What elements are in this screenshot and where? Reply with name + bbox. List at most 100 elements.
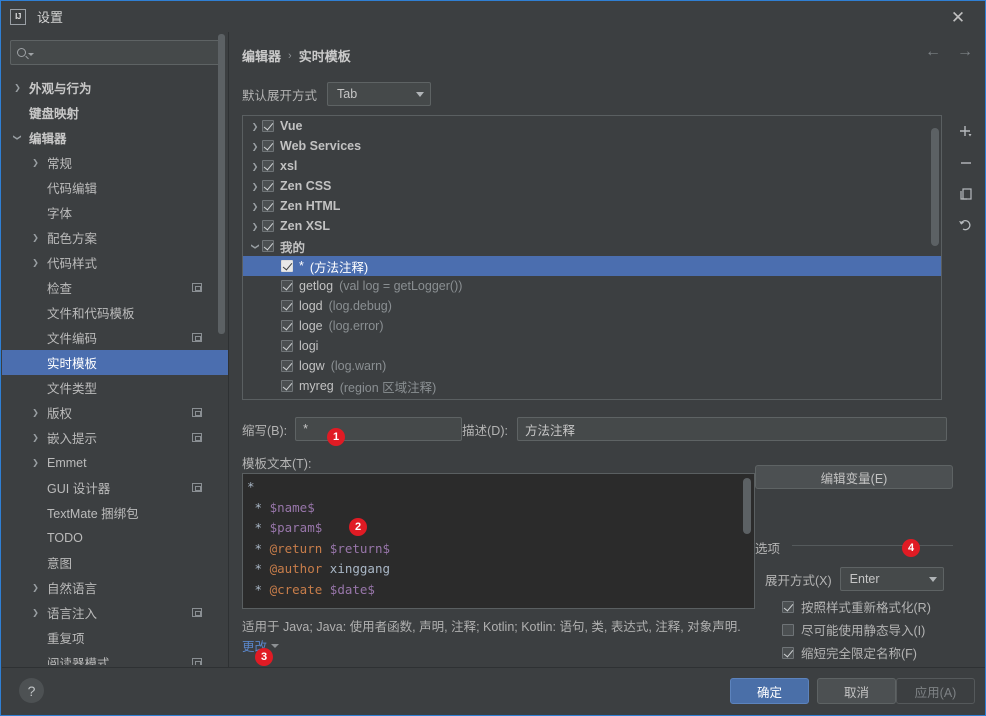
edit-variables-button[interactable]: 编辑变量(E) (755, 465, 953, 489)
abbrev-input[interactable]: * (295, 417, 463, 441)
chevron-right-icon[interactable] (248, 162, 262, 171)
breadcrumb-parent[interactable]: 编辑器 (242, 46, 281, 65)
template-list[interactable]: Vue Web Services xsl Zen CSS Zen HTML Zen XSL… (242, 115, 942, 400)
template-list-scrollbar[interactable] (931, 128, 939, 246)
chevron-right-icon[interactable] (29, 581, 42, 594)
chevron-right-icon[interactable] (29, 156, 42, 169)
template-row[interactable]: Vue (243, 116, 941, 136)
chevron-right-icon[interactable] (248, 202, 262, 211)
sidebar-item-6[interactable]: 配色方案 (2, 225, 228, 250)
chevron-right-icon[interactable] (248, 182, 262, 191)
sidebar-item-5[interactable]: 字体 (2, 200, 228, 225)
search-input[interactable] (10, 40, 220, 65)
sidebar-item-12[interactable]: 文件类型 (2, 375, 228, 400)
close-icon[interactable]: ✕ (941, 5, 975, 29)
sidebar-item-21[interactable]: 语言注入 (2, 600, 228, 625)
template-row[interactable]: getlog (val log = getLogger()) (243, 276, 941, 296)
option-checkbox[interactable] (782, 646, 794, 659)
sidebar-item-label: 阅读器模式 (47, 657, 110, 665)
option-checkbox-row[interactable]: 尽可能使用静态导入(I) (782, 620, 925, 639)
template-checkbox[interactable] (281, 360, 293, 372)
chevron-right-icon[interactable] (29, 406, 42, 419)
template-row[interactable]: Zen HTML (243, 196, 941, 216)
default-expand-select[interactable]: Tab (327, 82, 432, 106)
template-checkbox[interactable] (262, 180, 274, 192)
forward-arrow-icon[interactable]: → (957, 44, 973, 60)
sidebar-item-13[interactable]: 版权 (2, 400, 228, 425)
template-checkbox[interactable] (281, 320, 293, 332)
sidebar-scrollbar[interactable] (218, 34, 225, 334)
template-checkbox[interactable] (281, 340, 293, 352)
chevron-right-icon[interactable] (29, 456, 42, 469)
template-row[interactable]: logd (log.debug) (243, 296, 941, 316)
template-checkbox[interactable] (262, 120, 274, 132)
description-input[interactable]: 方法注释 (516, 417, 947, 441)
add-template-icon[interactable] (953, 121, 979, 143)
apply-button[interactable]: 应用(A) (896, 678, 975, 704)
chevron-right-icon[interactable] (29, 256, 42, 269)
template-row[interactable]: Web Services (243, 136, 941, 156)
sidebar-item-2[interactable]: 编辑器 (2, 125, 228, 150)
chevron-right-icon[interactable] (11, 81, 24, 94)
template-row[interactable]: Zen CSS (243, 176, 941, 196)
chevron-right-icon[interactable] (29, 231, 42, 244)
sidebar-item-1[interactable]: 键盘映射 (2, 100, 228, 125)
template-text-editor[interactable]: * * $name$ * $param$ * @return $return$ … (242, 473, 755, 609)
remove-template-icon[interactable] (953, 152, 979, 174)
sidebar-item-16[interactable]: GUI 设计器 (2, 475, 228, 500)
template-row[interactable]: loge (log.error) (243, 316, 941, 336)
option-checkbox[interactable] (782, 600, 794, 613)
template-row[interactable]: myreg (region 区域注释) (243, 376, 941, 396)
template-checkbox[interactable] (262, 220, 274, 232)
option-checkbox[interactable] (782, 623, 794, 636)
ok-button[interactable]: 确定 (730, 678, 809, 704)
sidebar-item-9[interactable]: 文件和代码模板 (2, 300, 228, 325)
template-checkbox[interactable] (281, 380, 293, 392)
chevron-right-icon[interactable] (29, 606, 42, 619)
template-row[interactable]: 我的 (243, 236, 941, 256)
sidebar-item-7[interactable]: 代码样式 (2, 250, 228, 275)
option-checkbox-row[interactable]: 按照样式重新格式化(R) (782, 597, 931, 616)
sidebar-item-20[interactable]: 自然语言 (2, 575, 228, 600)
template-checkbox[interactable] (262, 200, 274, 212)
sidebar-item-23[interactable]: 阅读器模式 (2, 650, 228, 665)
template-row[interactable]: Zen XSL (243, 216, 941, 236)
duplicate-template-icon[interactable] (953, 183, 979, 205)
sidebar-item-22[interactable]: 重复项 (2, 625, 228, 650)
revert-template-icon[interactable] (953, 214, 979, 236)
sidebar-item-8[interactable]: 检查 (2, 275, 228, 300)
template-row[interactable]: logw (log.warn) (243, 356, 941, 376)
sidebar-item-18[interactable]: TODO (2, 525, 228, 550)
chevron-down-icon[interactable] (11, 131, 24, 144)
template-row[interactable]: xsl (243, 156, 941, 176)
sidebar-item-14[interactable]: 嵌入提示 (2, 425, 228, 450)
sidebar-item-17[interactable]: TextMate 捆绑包 (2, 500, 228, 525)
help-button[interactable]: ? (19, 678, 44, 703)
template-checkbox[interactable] (262, 160, 274, 172)
template-text-scrollbar[interactable] (743, 478, 751, 534)
template-checkbox[interactable] (262, 240, 274, 252)
sidebar-item-10[interactable]: 文件编码 (2, 325, 228, 350)
template-checkbox[interactable] (281, 260, 293, 272)
chevron-down-icon[interactable] (248, 242, 262, 251)
template-checkbox[interactable] (281, 280, 293, 292)
sidebar-item-19[interactable]: 意图 (2, 550, 228, 575)
template-checkbox[interactable] (262, 140, 274, 152)
expand-with-select[interactable]: Enter (839, 567, 944, 591)
sidebar-item-11[interactable]: 实时模板 (2, 350, 228, 375)
template-row[interactable]: * (方法注释) (243, 256, 941, 276)
template-checkbox[interactable] (281, 300, 293, 312)
sidebar-item-15[interactable]: Emmet (2, 450, 228, 475)
cancel-button[interactable]: 取消 (817, 678, 896, 704)
line-segment: $param$ (269, 520, 323, 535)
chevron-right-icon[interactable] (29, 431, 42, 444)
sidebar-item-0[interactable]: 外观与行为 (2, 75, 228, 100)
back-arrow-icon[interactable]: ← (925, 44, 941, 60)
sidebar-item-3[interactable]: 常规 (2, 150, 228, 175)
option-checkbox-row[interactable]: 缩短完全限定名称(F) (782, 643, 917, 662)
template-row[interactable]: logi (243, 336, 941, 356)
chevron-right-icon[interactable] (248, 122, 262, 131)
sidebar-item-4[interactable]: 代码编辑 (2, 175, 228, 200)
chevron-right-icon[interactable] (248, 142, 262, 151)
chevron-right-icon[interactable] (248, 222, 262, 231)
